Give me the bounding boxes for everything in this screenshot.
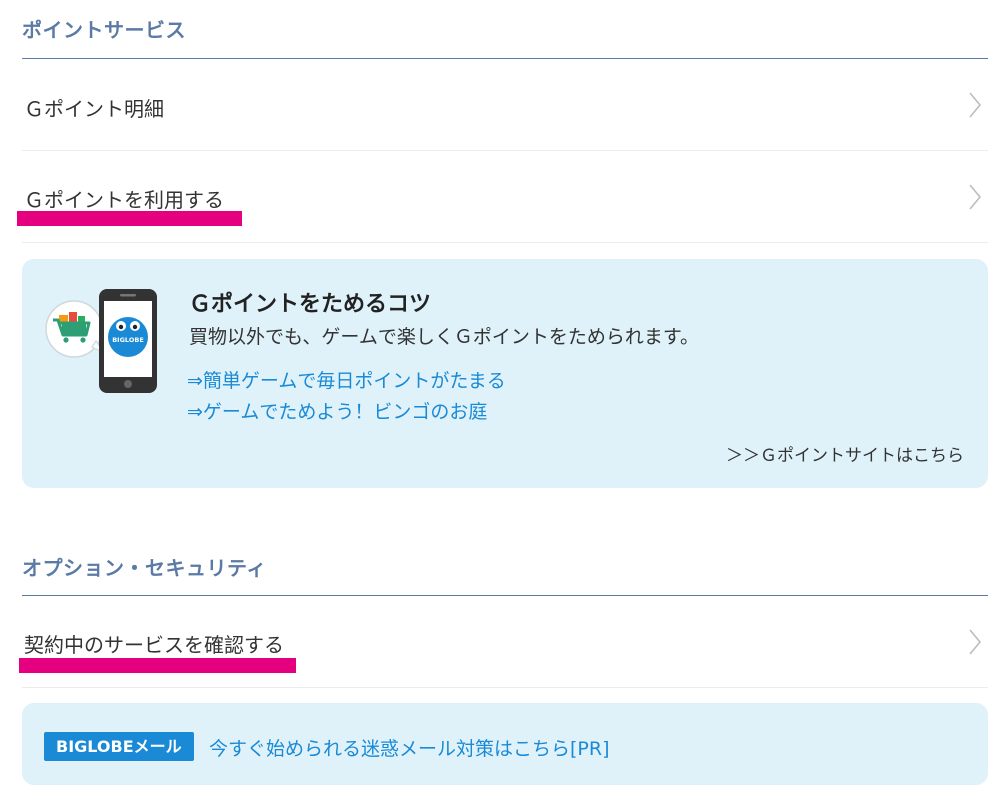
pr-banner: BIGLOBEメール 今すぐ始められる迷惑メール対策はこちら[PR] [22,703,988,785]
menu-item-use-gpoint[interactable]: Ｇポイントを利用する [22,152,988,243]
menu-item-label: Ｇポイント明細 [24,97,164,121]
chevron-right-icon [969,92,982,118]
menu-item-gpoint-history[interactable]: Ｇポイント明細 [22,60,988,151]
chevron-right-icon [969,184,982,210]
highlight-underline [19,658,296,673]
highlight-underline [17,211,242,226]
menu-item-check-services[interactable]: 契約中のサービスを確認する [22,597,988,688]
biglobe-mail-badge: BIGLOBEメール [44,732,194,761]
section-title-points: ポイントサービス [22,18,186,42]
illustration-logo-text: BIGLOBE [112,336,144,344]
section-divider [22,595,988,596]
link-easy-game[interactable]: ⇒簡単ゲームで毎日ポイントがたまる [187,366,506,393]
chevron-right-icon [969,629,982,655]
section-divider [22,58,988,59]
tips-description: 買物以外でも、ゲームで楽しくＧポイントをためられます。 [189,326,699,348]
smartphone-shopping-cart-icon: BIGLOBE [45,289,157,393]
tips-title: Ｇポイントをためるコツ [189,292,432,317]
link-bingo-garden[interactable]: ⇒ゲームでためよう！ビンゴのお庭 [187,397,487,424]
pr-link[interactable]: 今すぐ始められる迷惑メール対策はこちら[PR] [209,734,610,761]
link-gpoint-site[interactable]: ＞＞Ｇポイントサイトはこちら [726,441,964,466]
gpoint-tips-box: BIGLOBE Ｇポイントをためるコツ 買物以外でも、ゲームで楽しくＧポイントを… [22,259,988,488]
menu-item-label: Ｇポイントを利用する [24,188,224,212]
section-title-options: オプション・セキュリティ [22,556,267,580]
page: ポイントサービス Ｇポイント明細 Ｇポイントを利用する BIGLOBE Ｇポイン… [0,0,1008,801]
menu-item-label: 契約中のサービスを確認する [24,633,284,657]
